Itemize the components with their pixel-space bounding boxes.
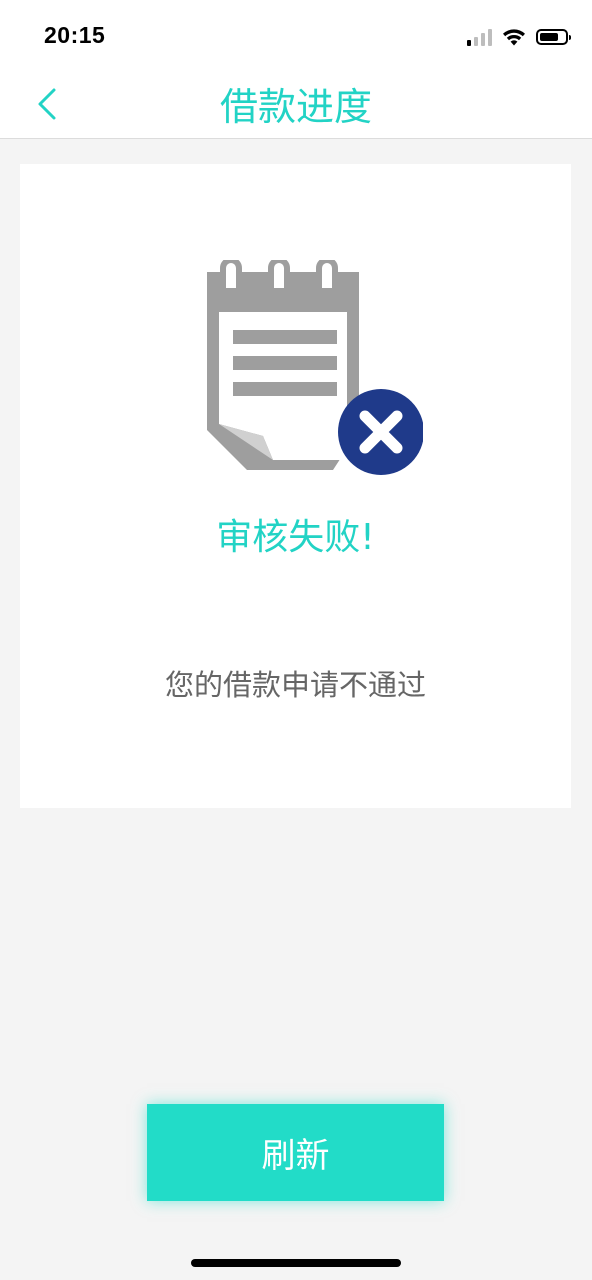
wifi-icon bbox=[503, 29, 525, 46]
home-indicator bbox=[191, 1259, 401, 1267]
notepad-error-icon bbox=[207, 260, 423, 475]
battery-fill bbox=[540, 33, 558, 41]
signal-bar bbox=[488, 29, 492, 46]
signal-bar bbox=[474, 37, 478, 46]
signal-bar bbox=[467, 40, 471, 46]
result-card: 审核失败! 您的借款申请不通过 bbox=[20, 164, 571, 808]
status-time: 20:15 bbox=[44, 22, 106, 48]
status-icons bbox=[467, 24, 571, 50]
header: 20:15 借款进度 bbox=[0, 0, 592, 139]
result-description: 您的借款申请不通过 bbox=[164, 668, 426, 702]
page-title: 借款进度 bbox=[219, 85, 372, 129]
refresh-button[interactable]: 刷新 bbox=[147, 1104, 444, 1201]
screen: 20:15 借款进度 审核失败! 您的借款申请不通过 刷新 bbox=[0, 0, 592, 1280]
battery-icon bbox=[536, 29, 571, 45]
signal-icon bbox=[467, 28, 492, 46]
signal-bar bbox=[481, 33, 485, 46]
result-title: 审核失败! bbox=[216, 517, 375, 558]
